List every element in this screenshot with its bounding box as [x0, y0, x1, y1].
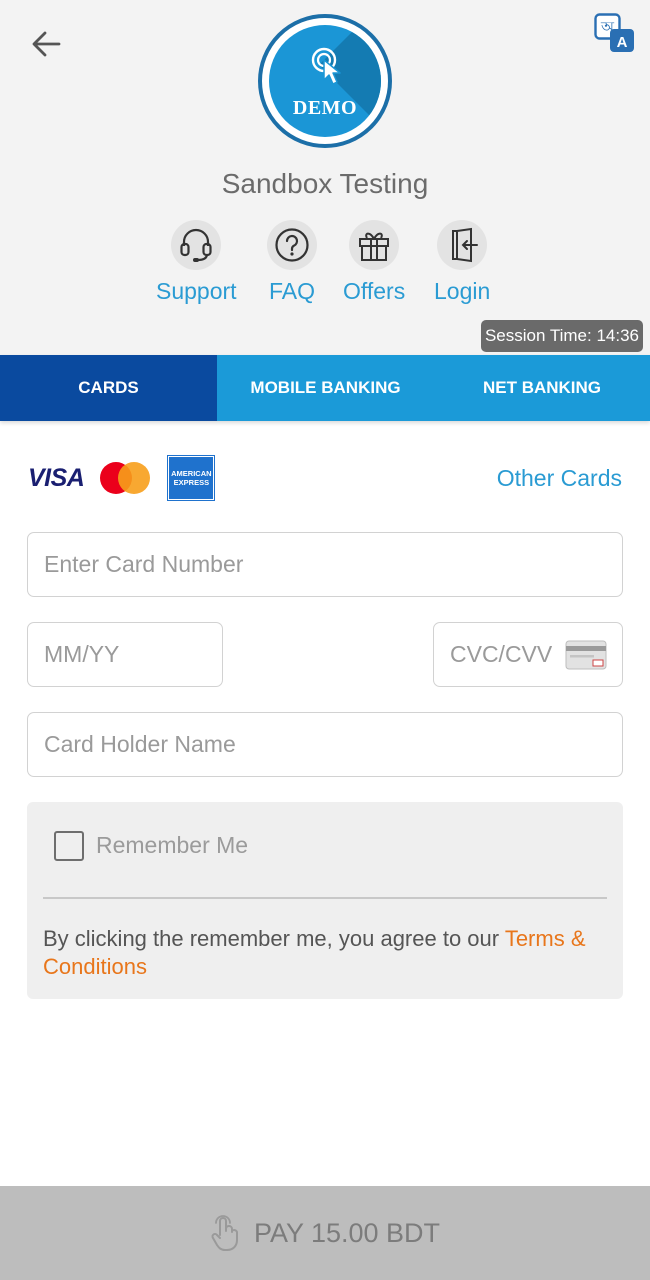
pay-button[interactable]: PAY 15.00 BDT: [0, 1186, 650, 1280]
faq-link[interactable]: FAQ: [267, 220, 317, 305]
tab-net-banking[interactable]: NET BANKING: [434, 355, 650, 421]
card-number-input[interactable]: [28, 533, 622, 596]
terms-prefix: By clicking the remember me, you agree t…: [43, 926, 505, 951]
visa-logo: VISA: [28, 463, 85, 492]
amex-line1: AMERICAN: [171, 469, 212, 478]
remember-me-panel: Remember Me By clicking the remember me,…: [27, 802, 623, 999]
merchant-name: Sandbox Testing: [221, 168, 429, 199]
svg-text:A: A: [617, 34, 628, 51]
support-label: Support: [156, 278, 237, 304]
cvc-field: [433, 622, 623, 687]
header: অ A DEMO Sandbox Testing Support FAQ Off…: [0, 0, 650, 355]
back-button[interactable]: [24, 24, 68, 64]
offers-label: Offers: [343, 278, 406, 304]
tap-hand-icon: [211, 1215, 238, 1251]
arrow-left-icon: [32, 31, 61, 57]
remember-me-checkbox[interactable]: [54, 831, 84, 861]
gift-icon: [359, 232, 390, 261]
session-timer: Session Time: 14:36: [480, 320, 643, 352]
card-back-icon: [565, 640, 607, 670]
pay-label: PAY 15.00 BDT: [253, 1217, 441, 1248]
terms-notice: By clicking the remember me, you agree t…: [43, 925, 613, 981]
expiry-field: [27, 622, 223, 687]
offers-link[interactable]: Offers: [343, 220, 405, 305]
translate-icon: অ A: [594, 13, 634, 52]
faq-label: FAQ: [268, 278, 315, 304]
login-link[interactable]: Login: [434, 220, 490, 305]
remember-me-label[interactable]: Remember Me: [96, 832, 248, 859]
amex-logo: AMERICAN EXPRESS: [167, 455, 216, 501]
language-button[interactable]: অ A: [594, 13, 636, 53]
headset-icon: [180, 228, 212, 262]
merchant-logo: DEMO: [258, 14, 392, 148]
expiry-input[interactable]: [28, 623, 222, 686]
tab-mobile-banking[interactable]: MOBILE BANKING: [217, 355, 434, 421]
payment-method-tabs: CARDS MOBILE BANKING NET BANKING: [0, 355, 650, 421]
accepted-cards: VISA AMERICAN EXPRESS: [28, 455, 216, 501]
logo-text: DEMO: [292, 97, 358, 119]
card-number-field: [27, 532, 623, 597]
card-holder-field: [27, 712, 623, 777]
cursor-click-icon: [311, 47, 341, 85]
support-link[interactable]: Support: [156, 220, 237, 305]
other-cards-link[interactable]: Other Cards: [497, 465, 622, 492]
question-circle-icon: [275, 228, 309, 262]
tab-cards[interactable]: CARDS: [0, 355, 217, 421]
door-enter-icon: [452, 227, 479, 263]
divider: [43, 897, 607, 899]
login-label: Login: [434, 278, 491, 304]
card-holder-input[interactable]: [28, 713, 622, 776]
amex-line2: EXPRESS: [173, 478, 210, 487]
mastercard-logo: [100, 462, 151, 494]
